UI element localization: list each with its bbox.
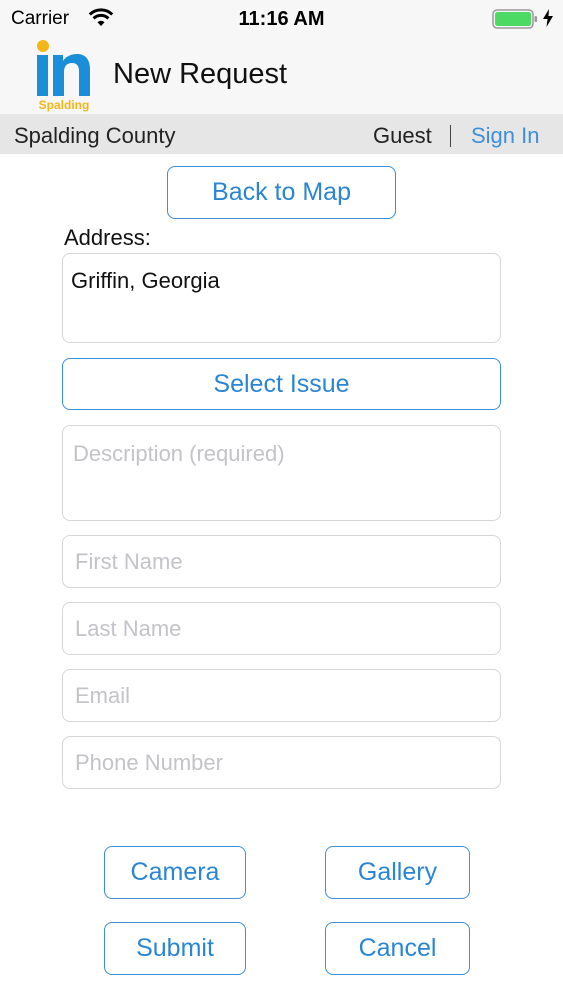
status-bar: Carrier 11:16 AM bbox=[0, 0, 563, 37]
address-field[interactable]: Griffin, Georgia bbox=[62, 253, 501, 343]
description-field[interactable]: Description (required) bbox=[62, 425, 501, 521]
cancel-button[interactable]: Cancel bbox=[325, 922, 470, 975]
charging-bolt-icon bbox=[543, 9, 553, 27]
gallery-button[interactable]: Gallery bbox=[325, 846, 470, 899]
logo-subtext: Spalding bbox=[39, 98, 90, 112]
select-issue-button[interactable]: Select Issue bbox=[62, 358, 501, 410]
clock: 11:16 AM bbox=[238, 8, 325, 30]
camera-button[interactable]: Camera bbox=[104, 846, 246, 899]
sign-in-link[interactable]: Sign In bbox=[471, 123, 540, 149]
last-name-field[interactable]: Last Name bbox=[62, 602, 501, 655]
page-title: New Request bbox=[113, 58, 288, 90]
address-label: Address: bbox=[64, 225, 151, 250]
submit-button[interactable]: Submit bbox=[104, 922, 246, 975]
nav-bar: Spalding New Request bbox=[0, 37, 563, 114]
county-label: Spalding County bbox=[14, 123, 176, 148]
battery-icon bbox=[492, 9, 537, 29]
app-logo: Spalding bbox=[37, 40, 90, 112]
email-field[interactable]: Email bbox=[62, 669, 501, 722]
account-bar: Spalding County Guest Sign In bbox=[0, 114, 563, 154]
phone-number-field[interactable]: Phone Number bbox=[62, 736, 501, 789]
first-name-field[interactable]: First Name bbox=[62, 535, 501, 588]
divider bbox=[450, 125, 451, 147]
back-to-map-button[interactable]: Back to Map bbox=[167, 166, 396, 219]
user-label: Guest bbox=[373, 123, 432, 148]
